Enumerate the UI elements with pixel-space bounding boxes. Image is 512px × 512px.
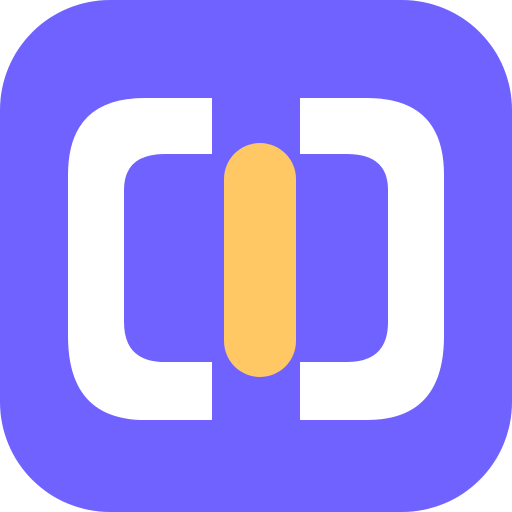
app-icon-graphic [0, 0, 512, 512]
app-icon [0, 0, 512, 512]
center-bar-icon [224, 143, 296, 377]
